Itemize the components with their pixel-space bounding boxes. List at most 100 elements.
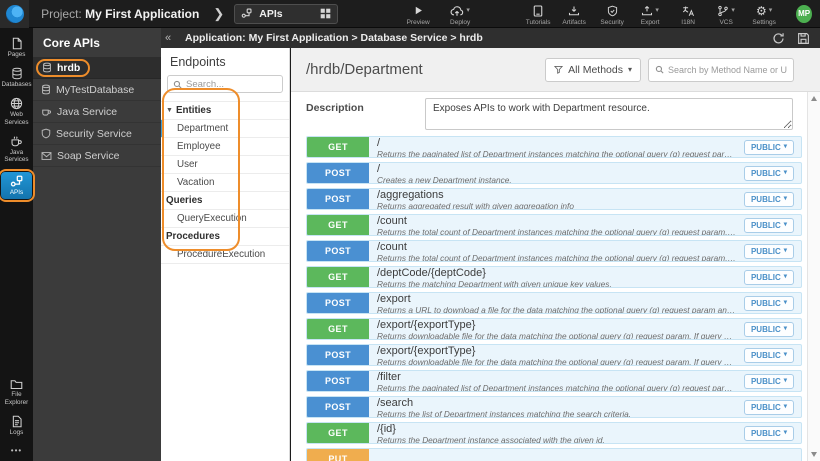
endpoint-path: /filter [377, 371, 401, 383]
nav-item-file-explorer[interactable]: File Explorer [1, 375, 32, 407]
endpoint-path: /count [377, 215, 407, 227]
api-endpoint-row[interactable]: POST /aggregations Returns aggregated re… [306, 188, 802, 210]
endpoint-description: Returns downloadable file for the data m… [377, 331, 736, 339]
api-endpoint-row[interactable]: POST /search Returns the list of Departm… [306, 396, 802, 418]
tab-apis-label: APIs [259, 7, 283, 20]
endpoint-description: Returns the paginated list of Department… [377, 149, 736, 157]
tree-item-department[interactable]: Department [161, 120, 289, 138]
api-endpoint-row[interactable]: POST /filter Returns the paginated list … [306, 370, 802, 392]
nav-item-web-services[interactable]: Web Services [1, 94, 32, 127]
refresh-icon[interactable] [772, 32, 785, 45]
nav-item-pages[interactable]: Pages [1, 34, 32, 60]
artifacts-button[interactable]: Artifacts [556, 4, 592, 26]
api-endpoint-row[interactable]: POST /export/{exportType} Returns downlo… [306, 344, 802, 366]
search-icon [173, 80, 182, 89]
access-dropdown[interactable]: PUBLIC ▾ [743, 295, 794, 311]
scroll-down-button[interactable] [808, 448, 820, 461]
access-dropdown[interactable]: PUBLIC ▾ [743, 347, 794, 363]
method-search[interactable] [648, 57, 794, 82]
method-search-input[interactable] [668, 64, 787, 75]
access-dropdown[interactable]: PUBLIC ▾ [743, 373, 794, 389]
chevron-right-icon[interactable]: ❯ [213, 6, 224, 22]
nav-item-apis[interactable]: APIs [1, 172, 32, 199]
vertical-scrollbar[interactable] [807, 92, 820, 461]
endpoints-title: Endpoints [170, 55, 226, 69]
api-endpoint-row[interactable]: POST / Creates a new Department instance… [306, 162, 802, 184]
caret-down-icon: ▾ [466, 7, 470, 14]
access-label: PUBLIC [750, 220, 781, 230]
tree-item-employee[interactable]: Employee [161, 138, 289, 156]
methods-filter-dropdown[interactable]: All Methods ▾ [545, 57, 641, 82]
description-label: Description [306, 102, 364, 114]
method-badge: GET [307, 319, 369, 339]
export-button[interactable]: ▾ Export [632, 4, 668, 26]
collapse-panel-icon[interactable]: « [161, 32, 175, 44]
tree-group-entities[interactable]: ▼ Entities [161, 102, 289, 120]
settings-button[interactable]: ⚙ ▾ Settings [746, 4, 782, 27]
access-dropdown[interactable]: PUBLIC ▾ [743, 269, 794, 285]
access-dropdown[interactable]: PUBLIC ▾ [743, 425, 794, 441]
nav-item-logs[interactable]: Logs [1, 412, 32, 438]
core-apis-title: Core APIs [43, 36, 100, 50]
api-endpoint-row[interactable]: GET /count Returns the total count of De… [306, 214, 802, 236]
apis-annotation-ring: APIs [0, 169, 35, 202]
api-endpoint-row[interactable]: PUT ▾ [306, 448, 802, 461]
tree-item-user[interactable]: User [161, 156, 289, 174]
access-dropdown[interactable]: PUBLIC ▾ [743, 321, 794, 337]
api-endpoint-row[interactable]: GET /export/{exportType} Returns downloa… [306, 318, 802, 340]
method-badge: POST [307, 397, 369, 417]
tree-group-queries[interactable]: Queries [161, 192, 289, 210]
nav-item-java-services[interactable]: Java Services [1, 132, 32, 165]
access-dropdown[interactable]: PUBLIC ▾ [743, 191, 794, 207]
tree-item-procedureexecution[interactable]: ProcedureExecution [161, 246, 289, 264]
vcs-button[interactable]: ▾ VCS [708, 4, 744, 26]
caret-down-icon: ▾ [783, 272, 787, 280]
core-api-item-soap-service[interactable]: Soap Service [33, 145, 161, 167]
i18n-button[interactable]: I18N [670, 4, 706, 26]
api-endpoint-row[interactable]: GET / Returns the paginated list of Depa… [306, 136, 802, 158]
user-avatar[interactable]: MP [796, 4, 812, 23]
project-title: Project: My First Application [41, 7, 199, 21]
tree-group-procedures[interactable]: Procedures [161, 228, 289, 246]
nav-item-databases[interactable]: Databases [1, 64, 32, 90]
method-badge: POST [307, 293, 369, 313]
tab-apis[interactable]: APIs [234, 3, 339, 24]
grid-icon[interactable] [320, 8, 331, 19]
api-endpoint-row[interactable]: GET /deptCode/{deptCode} Returns the mat… [306, 266, 802, 288]
top-bar: Project: My First Application ❯ APIs Pre… [0, 0, 820, 28]
endpoints-search-input[interactable] [186, 78, 277, 90]
api-endpoint-row[interactable]: GET /{id} Returns the Department instanc… [306, 422, 802, 444]
preview-button[interactable]: Preview [400, 4, 436, 26]
save-icon[interactable] [797, 32, 810, 45]
core-api-item-mytestdatabase[interactable]: MyTestDatabase [33, 79, 161, 101]
tree-item-vacation[interactable]: Vacation [161, 174, 289, 192]
core-api-item-hrdb[interactable]: hrdb [33, 57, 161, 79]
access-dropdown[interactable]: PUBLIC ▾ [743, 399, 794, 415]
cloud-upload-icon [450, 5, 464, 17]
access-dropdown[interactable]: PUBLIC ▾ [743, 217, 794, 233]
core-api-item-security-service[interactable]: Security Service [33, 123, 161, 145]
page-icon [11, 37, 23, 50]
tree-item-queryexecution[interactable]: QueryExecution [161, 210, 289, 228]
api-endpoint-row[interactable]: POST /count Returns the total count of D… [306, 240, 802, 262]
core-api-item-java-service[interactable]: Java Service [33, 101, 161, 123]
caret-down-icon: ▼ [166, 107, 173, 114]
security-button[interactable]: Security [594, 4, 630, 26]
envelope-icon [41, 151, 52, 161]
app-logo[interactable] [0, 0, 30, 28]
endpoint-description: Returns a URL to download a file for the… [377, 305, 736, 313]
scroll-up-button[interactable] [808, 92, 820, 105]
endpoints-search[interactable] [167, 75, 283, 93]
access-dropdown[interactable]: PUBLIC ▾ [743, 243, 794, 259]
more-options-icon[interactable]: ••• [11, 446, 22, 455]
access-dropdown[interactable]: PUBLIC ▾ [743, 139, 794, 155]
access-label: PUBLIC [750, 350, 781, 360]
access-dropdown[interactable]: PUBLIC ▾ [743, 165, 794, 181]
endpoints-panel: Endpoints ▼ Entities Department Employee… [161, 48, 290, 461]
shield-icon [41, 128, 51, 139]
tutorials-button[interactable]: Tutorials [520, 4, 556, 26]
deploy-button[interactable]: ▾ Deploy [442, 4, 478, 26]
hrdb-annotation-ring: hrdb [36, 58, 91, 77]
api-endpoint-row[interactable]: POST /export Returns a URL to download a… [306, 292, 802, 314]
description-textarea[interactable] [425, 98, 793, 130]
